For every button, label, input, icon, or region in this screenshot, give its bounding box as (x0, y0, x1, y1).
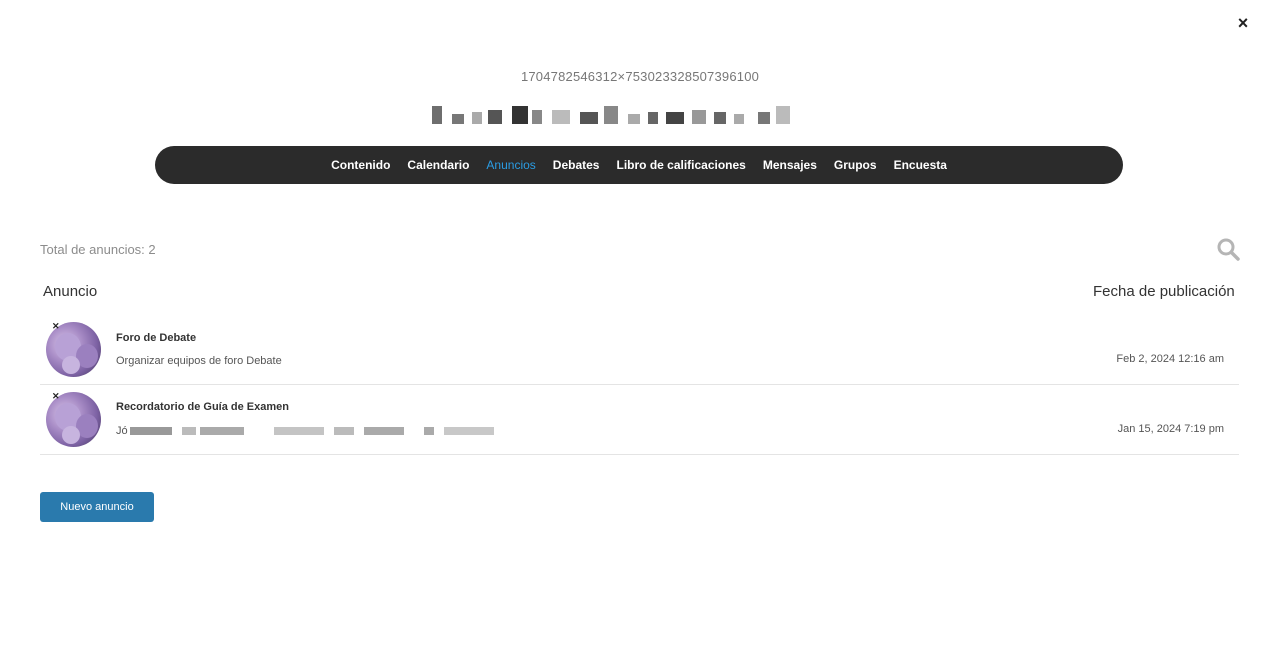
announcement-description: Jó (116, 425, 494, 437)
announcement-date: Feb 2, 2024 12:16 am (1116, 353, 1224, 365)
course-title-redacted (432, 104, 790, 126)
course-nav-bar: Contenido Calendario Anuncios Debates Li… (155, 146, 1123, 184)
nav-tab-anuncios[interactable]: Anuncios (486, 158, 535, 172)
close-icon: × (1237, 13, 1249, 33)
announcement-date: Jan 15, 2024 7:19 pm (1117, 423, 1224, 435)
nav-tab-libro-de-calificaciones[interactable]: Libro de calificaciones (616, 158, 745, 172)
redacted-text (129, 427, 494, 435)
nav-tab-encuesta[interactable]: Encuesta (894, 158, 947, 172)
nav-tab-debates[interactable]: Debates (553, 158, 600, 172)
close-icon: ✕ (52, 321, 60, 331)
close-button[interactable]: × (1234, 14, 1252, 32)
search-icon[interactable] (1216, 237, 1240, 261)
close-icon: ✕ (52, 391, 60, 401)
column-header-announcement: Anuncio (43, 283, 98, 300)
nav-tab-mensajes[interactable]: Mensajes (763, 158, 817, 172)
announcement-row: ✕ Foro de Debate Organizar equipos de fo… (40, 315, 1239, 385)
nav-tab-grupos[interactable]: Grupos (834, 158, 877, 172)
announcement-title[interactable]: Recordatorio de Guía de Examen (116, 401, 289, 413)
column-header-date: Fecha de publicación (1093, 283, 1235, 300)
total-announcements: Total de anuncios: 2 (40, 242, 156, 257)
announcement-row: ✕ Recordatorio de Guía de Examen Jó Jan … (40, 385, 1239, 455)
nav-tab-contenido[interactable]: Contenido (331, 158, 390, 172)
announcement-title[interactable]: Foro de Debate (116, 332, 196, 344)
announcement-description-text: Jó (116, 425, 128, 437)
announcement-description: Organizar equipos de foro Debate (116, 355, 282, 367)
new-announcement-button[interactable]: Nuevo anuncio (40, 492, 154, 522)
nav-tab-calendario[interactable]: Calendario (407, 158, 469, 172)
course-code: 1704782546312×753023328507396100 (520, 69, 760, 84)
